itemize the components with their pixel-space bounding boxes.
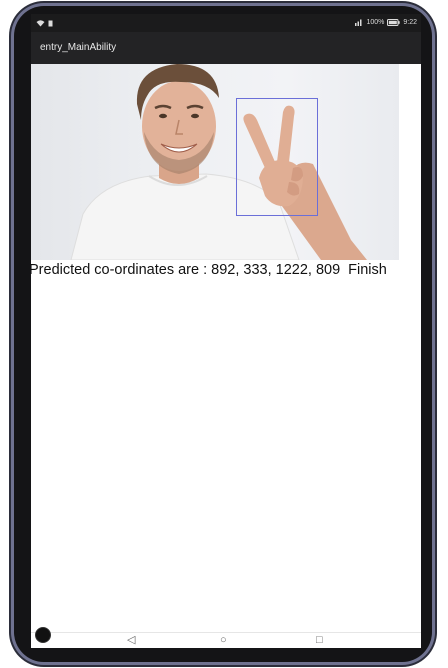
- app-title: entry_MainAbility: [40, 42, 117, 53]
- detection-image: [31, 64, 399, 260]
- prediction-bounding-box: [236, 98, 318, 216]
- man-portrait-illustration: [70, 64, 367, 260]
- signal-icon: [355, 19, 362, 26]
- home-icon[interactable]: ○: [220, 634, 227, 647]
- status-bar: 100% 9:22: [31, 14, 421, 32]
- wifi-icon: [36, 20, 45, 27]
- status-right-icons: 100% 9:22: [355, 18, 417, 26]
- app-bar: entry_MainAbility: [31, 32, 421, 64]
- back-icon[interactable]: ◁: [127, 634, 135, 647]
- recents-icon[interactable]: □: [316, 634, 323, 647]
- result-row: Predicted co-ordinates are : 892, 333, 1…: [31, 262, 387, 278]
- status-left-icons: [36, 19, 53, 27]
- navigation-bar: ◁ ○ □: [31, 632, 421, 648]
- predicted-coordinates-text: Predicted co-ordinates are : 892, 333, 1…: [31, 262, 341, 278]
- battery-icon: [387, 18, 401, 26]
- device-screen: 100% 9:22 entry_MainAbility Predicted co…: [31, 14, 421, 648]
- finish-button[interactable]: Finish: [348, 262, 387, 278]
- floating-assist-button[interactable]: [35, 627, 51, 643]
- battery-percent: 100%: [366, 18, 385, 26]
- clock: 9:22: [403, 18, 417, 26]
- sim-icon: [48, 20, 53, 26]
